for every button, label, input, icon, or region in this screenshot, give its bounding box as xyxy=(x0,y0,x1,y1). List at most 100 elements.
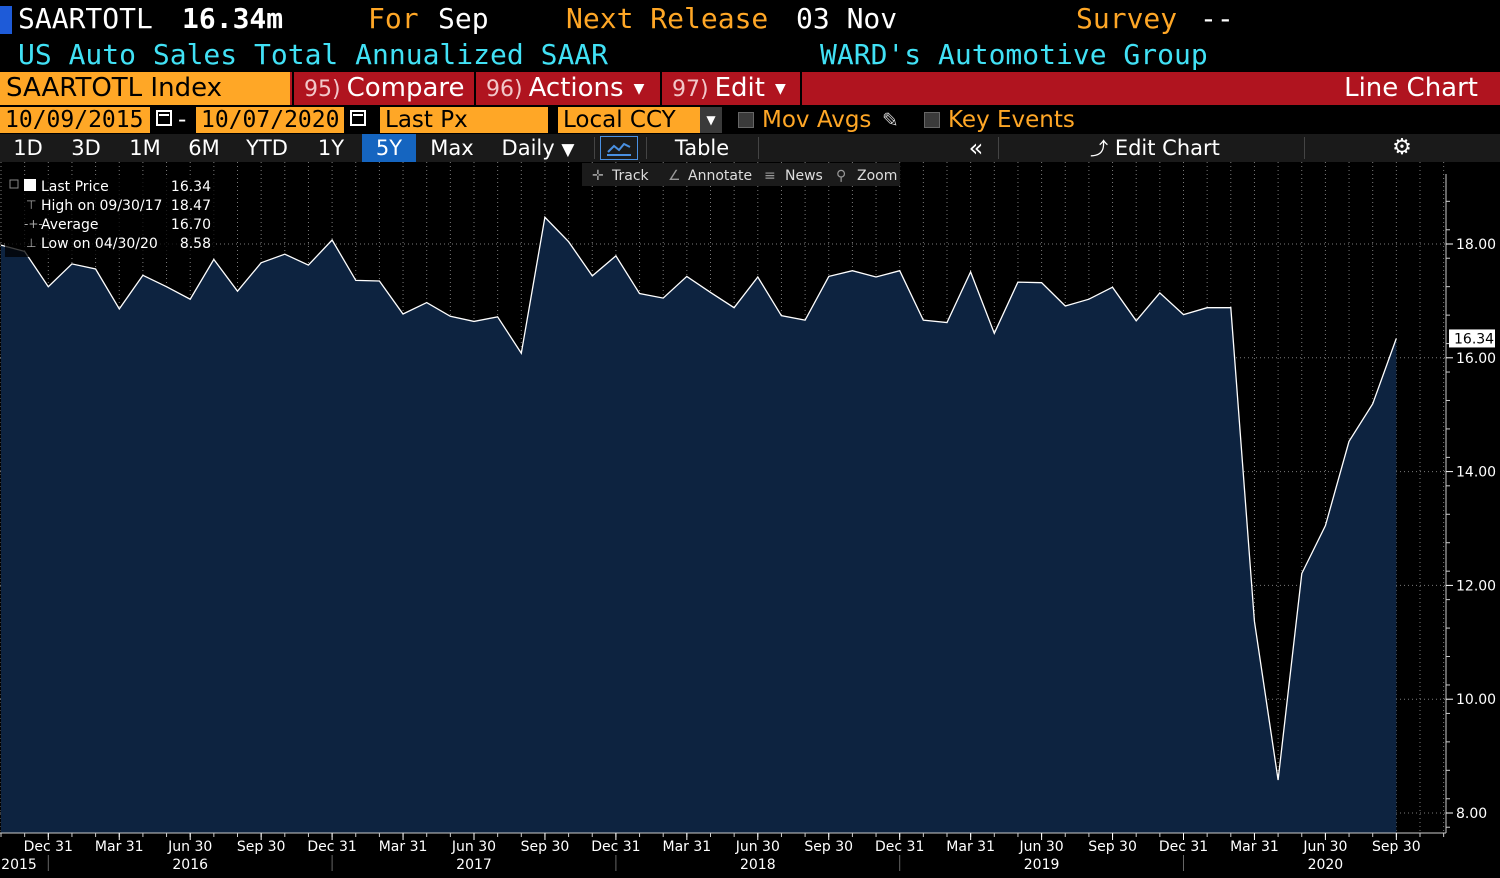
legend-low-label: Low on 04/30/20 xyxy=(41,236,158,252)
range-1m-button[interactable]: 1M xyxy=(116,134,174,162)
x-tick-label: Mar 31 xyxy=(379,839,428,855)
legend-high-value: 18.47 xyxy=(171,198,211,214)
end-date-field[interactable]: 10/07/2020 xyxy=(196,107,344,133)
x-tick-label: Jun 30 xyxy=(451,839,496,855)
calendar-icon[interactable] xyxy=(350,110,366,126)
x-axis: Dec 31 Mar 31 Jun 30 Sep 30 Dec 31 Mar 31 Jun … xyxy=(0,832,1446,873)
x-tick-label: Jun 30 xyxy=(735,839,780,855)
description-header: US Auto Sales Total Annualized SAAR WARD… xyxy=(0,38,1500,72)
crosshair-icon[interactable]: ✛ xyxy=(592,168,604,184)
line-chart-icon[interactable] xyxy=(600,136,638,160)
x-tick-label: Dec 31 xyxy=(24,839,73,855)
x-tick-label: Mar 31 xyxy=(663,839,712,855)
last-price-tag-label: 16.34 xyxy=(1454,331,1494,347)
chart-tools: ✛ Track ∠ Annotate ≡ News ⚲ Zoom xyxy=(582,163,900,186)
news-button[interactable]: News xyxy=(785,168,823,184)
series-description: US Auto Sales Total Annualized SAAR xyxy=(18,38,609,71)
x-tick-label: Sep 30 xyxy=(521,839,570,855)
last-value: 16.34m xyxy=(182,2,284,35)
range-ytd-button[interactable]: YTD xyxy=(234,134,300,162)
chart-type-label[interactable]: Line Chart xyxy=(1344,72,1478,105)
x-tick-label: Dec 31 xyxy=(875,839,924,855)
mov-avgs-checkbox[interactable] xyxy=(738,112,754,128)
legend-average-label: Average xyxy=(41,217,99,233)
annotate-icon[interactable]: ∠ xyxy=(668,168,681,184)
average-marker-icon: -+- xyxy=(24,217,43,231)
edit-button[interactable]: 97) Edit ▼ xyxy=(672,72,786,105)
chevron-down-icon[interactable]: ▼ xyxy=(700,107,722,133)
legend-average-value: 16.70 xyxy=(171,217,211,233)
survey-label: Survey xyxy=(1076,2,1178,35)
range-1y-button[interactable]: 1Y xyxy=(302,134,360,162)
annotate-button[interactable]: Annotate xyxy=(688,168,752,184)
price-area xyxy=(1,217,1397,834)
legend-high-label: High on 09/30/17 xyxy=(41,198,162,214)
separator xyxy=(758,137,759,159)
periodicity-select[interactable]: Daily ▼ xyxy=(488,134,588,162)
security-index-field[interactable]: SAARTOTL Index xyxy=(0,72,290,105)
y-tick-label: 10.00 xyxy=(1456,692,1496,708)
chart-edit-icon: ⤴ xyxy=(1090,139,1109,160)
table-button[interactable]: Table xyxy=(650,134,754,162)
field-select[interactable]: Last Px xyxy=(380,107,548,133)
currency-select[interactable]: Local CCY xyxy=(558,107,700,133)
compare-button[interactable]: 95) Compare xyxy=(304,72,465,105)
actions-button[interactable]: 96) Actions ▼ xyxy=(486,72,644,105)
compare-number: 95) xyxy=(304,77,341,102)
gear-icon[interactable]: ⚙ xyxy=(1384,134,1420,162)
calendar-icon[interactable] xyxy=(156,110,172,126)
x-tick-label: Jun 30 xyxy=(167,839,212,855)
y-axis: 8.00 10.00 12.00 14.00 16.00 18.00 xyxy=(1445,174,1496,833)
line-chart[interactable]: 8.00 10.00 12.00 14.00 16.00 18.00 Dec 31 Mar … xyxy=(0,162,1500,878)
separator xyxy=(998,137,999,159)
range-3d-button[interactable]: 3D xyxy=(58,134,114,162)
separator xyxy=(1304,137,1305,159)
chart-controls: 10/09/2015 - 10/07/2020 Last Px Local CC… xyxy=(0,106,1500,134)
chevron-down-icon: ▼ xyxy=(633,81,645,97)
edit-chart-button[interactable]: ⤴ Edit Chart xyxy=(1080,134,1230,162)
zoom-icon[interactable]: ⚲ xyxy=(836,168,846,184)
legend-last-value: 16.34 xyxy=(171,179,211,195)
x-tick-label: Sep 30 xyxy=(1372,839,1421,855)
pencil-icon[interactable]: ✎ xyxy=(882,108,899,132)
security-header: SAARTOTL 16.34m For Sep Next Release 03 … xyxy=(0,0,1500,38)
y-tick-label: 8.00 xyxy=(1456,806,1487,822)
survey-value: -- xyxy=(1200,2,1234,35)
last-price-tag: 16.34 xyxy=(1449,329,1495,348)
x-tick-label: Sep 30 xyxy=(237,839,286,855)
collapse-icon[interactable]: « xyxy=(956,134,996,162)
compare-label: Compare xyxy=(346,73,465,103)
range-1d-button[interactable]: 1D xyxy=(0,134,56,162)
separator xyxy=(800,72,802,105)
separator xyxy=(474,72,476,105)
x-tick-label: Sep 30 xyxy=(1088,839,1137,855)
x-year-label: 2019 xyxy=(1024,857,1060,873)
x-tick-label: Mar 31 xyxy=(95,839,144,855)
y-tick-label: 14.00 xyxy=(1456,465,1496,481)
track-button[interactable]: Track xyxy=(611,168,650,184)
zoom-button[interactable]: Zoom xyxy=(857,168,897,184)
date-dash: - xyxy=(178,107,187,133)
next-release-label: Next Release xyxy=(566,2,769,35)
x-tick-label: Jun 30 xyxy=(1019,839,1064,855)
x-year-label: 2017 xyxy=(456,857,492,873)
x-year-label: 2015 xyxy=(1,857,37,873)
separator xyxy=(594,137,595,159)
range-max-button[interactable]: Max xyxy=(418,134,486,162)
range-5y-button[interactable]: 5Y xyxy=(362,134,416,162)
news-icon[interactable]: ≡ xyxy=(764,168,776,184)
range-bar: 1D 3D 1M 6M YTD 1Y 5Y Max Daily ▼ Table … xyxy=(0,134,1500,162)
mov-avgs-label: Mov Avgs xyxy=(762,107,872,133)
edit-chart-label: Edit Chart xyxy=(1114,136,1220,160)
key-events-label: Key Events xyxy=(948,107,1075,133)
separator xyxy=(292,72,294,105)
range-6m-button[interactable]: 6M xyxy=(176,134,232,162)
y-tick-label: 18.00 xyxy=(1456,237,1496,253)
x-tick-label: Sep 30 xyxy=(804,839,853,855)
x-tick-label: Dec 31 xyxy=(307,839,356,855)
triangle-down-icon: ▼ xyxy=(561,140,575,160)
next-release-value: 03 Nov xyxy=(796,2,898,35)
start-date-field[interactable]: 10/09/2015 xyxy=(0,107,150,133)
key-events-checkbox[interactable] xyxy=(924,112,940,128)
x-year-label: 2016 xyxy=(172,857,208,873)
